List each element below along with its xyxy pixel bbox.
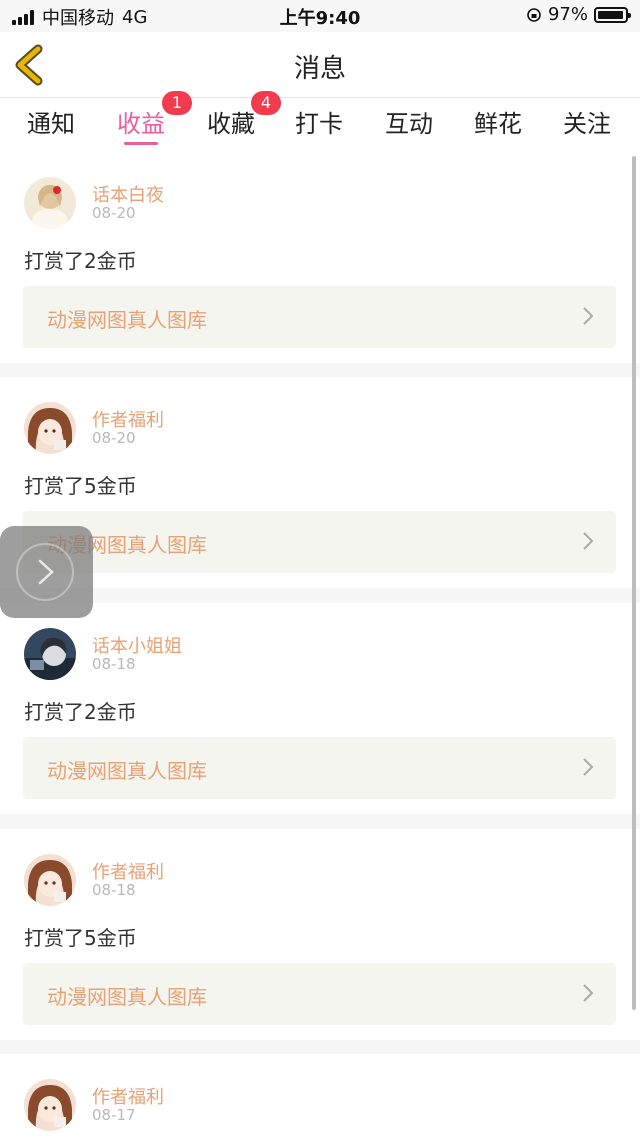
- chevron-right-icon: [583, 532, 594, 550]
- work-title: 动漫网图真人图库: [47, 308, 207, 332]
- earnings-badge: 1: [162, 91, 192, 115]
- message-card: 作者福利 08-17: [0, 1054, 640, 1138]
- page-title: 消息: [293, 54, 346, 84]
- chevron-right-icon: [38, 559, 54, 585]
- work-title: 动漫网图真人图库: [47, 985, 207, 1009]
- message-card: 作者福利 08-20 打赏了5金币 动漫网图真人图库: [0, 377, 640, 588]
- work-link[interactable]: 动漫网图真人图库: [23, 511, 616, 573]
- nav-bar: 消息: [0, 32, 640, 98]
- scrollbar[interactable]: [632, 156, 636, 1010]
- avatar[interactable]: [24, 402, 76, 454]
- work-link[interactable]: 动漫网图真人图库: [23, 963, 616, 1025]
- favorites-badge: 4: [251, 91, 281, 115]
- chevron-right-icon: [583, 307, 594, 325]
- avatar[interactable]: [24, 854, 76, 906]
- work-link[interactable]: 动漫网图真人图库: [23, 286, 616, 348]
- reward-text: 打赏了2金币: [24, 249, 137, 273]
- message-date: 08-17: [92, 1106, 136, 1124]
- status-bar: 中国移动 4G 上午9:40 97%: [0, 0, 640, 32]
- work-link[interactable]: 动漫网图真人图库: [23, 737, 616, 799]
- message-date: 08-18: [92, 655, 136, 673]
- reward-text: 打赏了5金币: [24, 474, 137, 498]
- message-date: 08-20: [92, 429, 136, 447]
- active-tab-indicator: [124, 142, 158, 145]
- tab-checkin[interactable]: 打卡: [284, 104, 354, 139]
- tab-flowers[interactable]: 鲜花: [463, 104, 533, 139]
- message-card: 作者福利 08-18 打赏了5金币 动漫网图真人图库: [0, 829, 640, 1040]
- message-card: 话本白夜 08-20 打赏了2金币 动漫网图真人图库: [0, 152, 640, 363]
- message-date: 08-18: [92, 881, 136, 899]
- avatar[interactable]: [24, 1079, 76, 1131]
- assistive-touch-button[interactable]: [0, 526, 93, 618]
- message-card: 话本小姐姐 08-18 打赏了2金币 动漫网图真人图库: [0, 603, 640, 814]
- chevron-right-icon: [583, 758, 594, 776]
- battery-fill: [598, 10, 623, 19]
- avatar[interactable]: [24, 628, 76, 680]
- battery-icon: [594, 6, 631, 23]
- tab-notice[interactable]: 通知: [16, 104, 86, 139]
- rotation-lock-icon: [527, 7, 541, 22]
- avatar[interactable]: [24, 177, 76, 229]
- battery-percent: 97%: [547, 4, 588, 25]
- chevron-right-icon: [583, 984, 594, 1002]
- reward-text: 打赏了2金币: [24, 700, 137, 724]
- tab-interaction[interactable]: 互动: [374, 104, 444, 139]
- tab-follow[interactable]: 关注: [552, 104, 622, 139]
- tab-bar: 通知 收益 收藏 打卡 互动 鲜花 关注: [0, 98, 640, 152]
- work-title: 动漫网图真人图库: [47, 759, 207, 783]
- status-right: 97%: [526, 4, 631, 25]
- message-date: 08-20: [92, 204, 136, 222]
- reward-text: 打赏了5金币: [24, 926, 137, 950]
